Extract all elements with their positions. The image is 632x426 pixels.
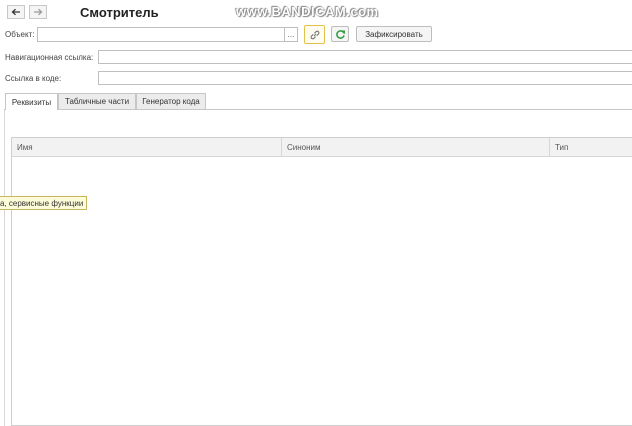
- tooltip: а, сервисные функции: [0, 196, 88, 210]
- fix-button[interactable]: Зафиксировать: [356, 26, 432, 42]
- table-header: Имя Синоним Тип: [12, 138, 632, 157]
- nav-link-field[interactable]: [98, 50, 632, 64]
- nav-link-label: Навигационная ссылка:: [5, 53, 94, 62]
- attributes-table[interactable]: Имя Синоним Тип: [11, 137, 632, 426]
- copy-link-button[interactable]: [304, 25, 325, 44]
- tab-divider: [4, 109, 632, 110]
- page-title: Смотритель: [80, 5, 159, 20]
- back-button[interactable]: [7, 5, 25, 19]
- arrow-left-icon: [11, 8, 20, 16]
- refresh-button[interactable]: [331, 26, 349, 42]
- panel-left-border: [4, 110, 5, 426]
- object-label: Объект:: [5, 30, 35, 39]
- refresh-icon: [335, 29, 345, 39]
- column-header-type[interactable]: Тип: [550, 138, 632, 157]
- arrow-right-icon: [34, 8, 43, 16]
- object-select-button[interactable]: ...: [285, 27, 298, 42]
- column-header-synonym[interactable]: Синоним: [282, 138, 550, 157]
- link-icon: [310, 30, 319, 39]
- object-field[interactable]: [37, 27, 285, 42]
- watermark: www.BANDICAM.com: [236, 4, 379, 19]
- code-link-field[interactable]: [98, 71, 632, 85]
- column-header-name[interactable]: Имя: [12, 138, 282, 157]
- code-link-label: Ссылка в коде:: [5, 74, 62, 83]
- tab-requisites[interactable]: Реквизиты: [5, 93, 58, 110]
- tab-tabular-parts[interactable]: Табличные части: [58, 93, 136, 109]
- tab-code-generator[interactable]: Генератор кода: [136, 93, 206, 109]
- forward-button[interactable]: [29, 5, 47, 19]
